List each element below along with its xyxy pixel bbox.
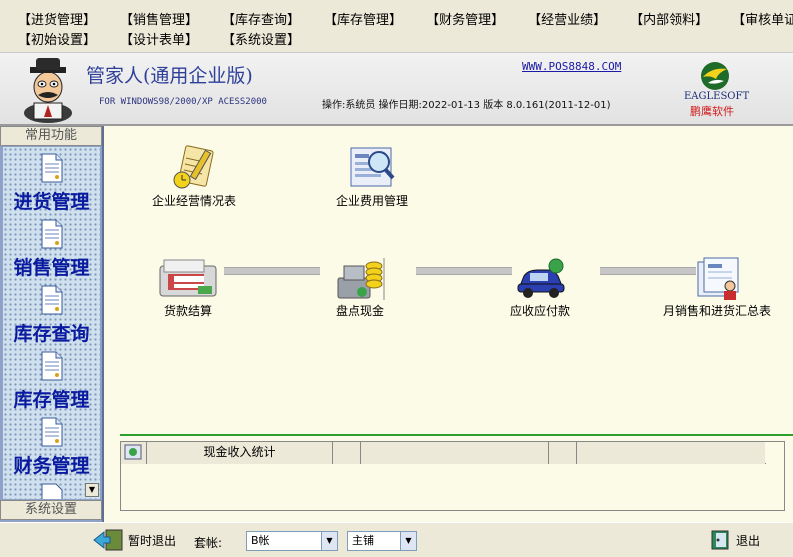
stats-cell <box>549 442 577 464</box>
brand-name-cn: 鹏鹰软件 <box>690 105 734 118</box>
menu-initial-setup[interactable]: 【初始设置】 <box>16 29 98 48</box>
tile-label: 企业经营情况表 <box>151 194 236 208</box>
magnifier-report-icon <box>350 147 395 187</box>
notepad-pencil-icon <box>173 145 214 189</box>
sidebar: 常用功能 进货管理 销售管理 库存查询 库存管理 财务管理 ▼ 系统设置 <box>0 126 104 522</box>
menu-audit[interactable]: 【审核单证】 <box>730 9 793 28</box>
brand-name-en: EAGLESOFT <box>684 91 750 102</box>
mascot-logo-icon <box>24 58 72 123</box>
sidebar-item-sales[interactable]: 销售管理 <box>3 213 100 279</box>
tile-label: 盘点现金 <box>335 304 384 318</box>
tile-label: 企业费用管理 <box>335 194 408 208</box>
door-arrow-icon <box>93 529 123 551</box>
account-set-label: 套帐: <box>194 536 223 550</box>
bottom-toolbar: 暂时退出 套帐: B帐 ▼ 主铺 ▼ 退出 <box>0 522 793 557</box>
menu-row-2: 【初始设置】 【设计表单】 【系统设置】 <box>16 28 793 48</box>
operator-status: 操作:系统员 操作日期:2022-01-13 版本 8.0.161(2011-1… <box>322 100 611 111</box>
sidebar-item-label: 销售管理 <box>13 257 90 279</box>
sidebar-item-label: 库存查询 <box>13 323 90 345</box>
pause-exit-button[interactable]: 暂时退出 <box>92 529 176 551</box>
sidebar-item-label: 财务管理 <box>13 455 90 477</box>
main-panel: 企业经营情况表 企业费用管理 货款结算 盘点现金 应收应付款 月销售和进货汇总表… <box>104 126 793 522</box>
menu-inventory-manage[interactable]: 【库存管理】 <box>322 9 404 28</box>
menu-internal-material[interactable]: 【内部领料】 <box>628 9 710 28</box>
cash-income-stats-panel: 现金收入统计 <box>120 441 785 511</box>
tile-cash-count[interactable]: 盘点现金 <box>310 256 410 319</box>
sidebar-common-functions[interactable]: 常用功能 <box>0 126 102 146</box>
sidebar-item-label: 库存管理 <box>13 389 90 411</box>
exit-label: 退出 <box>736 533 761 548</box>
flow-connector <box>224 267 320 275</box>
menu-performance[interactable]: 【经营业绩】 <box>526 9 608 28</box>
tile-payment-settlement[interactable]: 货款结算 <box>138 256 238 319</box>
stats-cell <box>361 442 549 464</box>
sidebar-item-purchase[interactable]: 进货管理 <box>3 147 100 213</box>
tile-label: 货款结算 <box>163 304 212 318</box>
document-icon <box>41 483 62 499</box>
sidebar-system-settings[interactable]: 系统设置 <box>0 500 102 520</box>
menu-purchase[interactable]: 【进货管理】 <box>16 9 98 28</box>
exit-door-icon <box>711 530 729 550</box>
tile-expense-management[interactable]: 企业费用管理 <box>322 144 422 209</box>
stats-icon <box>124 444 142 460</box>
stats-cell <box>333 442 361 464</box>
menu-row-1: 【进货管理】 【销售管理】 【库存查询】 【库存管理】 【财务管理】 【经营业绩… <box>16 8 793 28</box>
sidebar-item-inventory-query[interactable]: 库存查询 <box>3 279 100 345</box>
sidebar-list: 进货管理 销售管理 库存查询 库存管理 财务管理 <box>3 147 100 499</box>
stats-cell <box>577 442 765 464</box>
document-icon <box>41 417 62 447</box>
sidebar-item-inventory-manage[interactable]: 库存管理 <box>3 345 100 411</box>
document-icon <box>41 285 62 315</box>
tile-monthly-summary[interactable]: 月销售和进货汇总表 <box>662 256 772 319</box>
tile-label: 月销售和进货汇总表 <box>662 304 771 318</box>
app-title: 管家人(通用企业版) <box>86 65 253 87</box>
platform-text: FOR WINDOWS98/2000/XP ACESS2000 <box>99 97 267 107</box>
account-set-select[interactable]: B帐 ▼ <box>246 531 338 551</box>
document-icon <box>41 219 62 249</box>
sidebar-item-finance[interactable]: 财务管理 <box>3 411 100 477</box>
cash-register-icon <box>159 259 217 297</box>
tile-business-report[interactable]: 企业经营情况表 <box>144 144 244 209</box>
stats-header-row: 现金收入统计 <box>121 442 766 464</box>
eagle-logo-icon <box>701 62 729 90</box>
pause-exit-label: 暂时退出 <box>128 533 177 548</box>
menu-design-forms[interactable]: 【设计表单】 <box>118 29 200 48</box>
store-value: 主铺 <box>352 534 374 547</box>
document-icon <box>41 153 62 183</box>
document-icon <box>41 351 62 381</box>
section-divider <box>120 434 793 436</box>
stats-toggle[interactable] <box>121 442 147 464</box>
header-banner: 管家人(通用企业版) WWW.POS8848.COM FOR WINDOWS98… <box>0 52 793 126</box>
stats-title: 现金收入统计 <box>147 442 333 464</box>
chevron-down-icon: ▼ <box>400 532 416 550</box>
sidebar-scroll-down-icon[interactable]: ▼ <box>85 483 99 497</box>
report-user-icon <box>697 257 739 300</box>
exit-button[interactable]: 退出 <box>708 529 760 551</box>
menu-inventory-query[interactable]: 【库存查询】 <box>220 9 302 28</box>
sidebar-item-label: 进货管理 <box>13 191 90 213</box>
menu-bar: 【进货管理】 【销售管理】 【库存查询】 【库存管理】 【财务管理】 【经营业绩… <box>0 0 793 52</box>
tile-receivable-payable[interactable]: 应收应付款 <box>490 256 590 319</box>
chevron-down-icon: ▼ <box>321 532 337 550</box>
store-select[interactable]: 主铺 ▼ <box>347 531 417 551</box>
menu-finance[interactable]: 【财务管理】 <box>424 9 506 28</box>
coin-stack-icon <box>337 258 385 300</box>
menu-system-settings[interactable]: 【系统设置】 <box>220 29 302 48</box>
menu-sales[interactable]: 【销售管理】 <box>118 9 200 28</box>
car-money-icon <box>517 258 565 298</box>
tile-label: 应收应付款 <box>509 304 570 318</box>
account-set-value: B帐 <box>251 534 270 547</box>
website-link[interactable]: WWW.POS8848.COM <box>522 60 621 73</box>
